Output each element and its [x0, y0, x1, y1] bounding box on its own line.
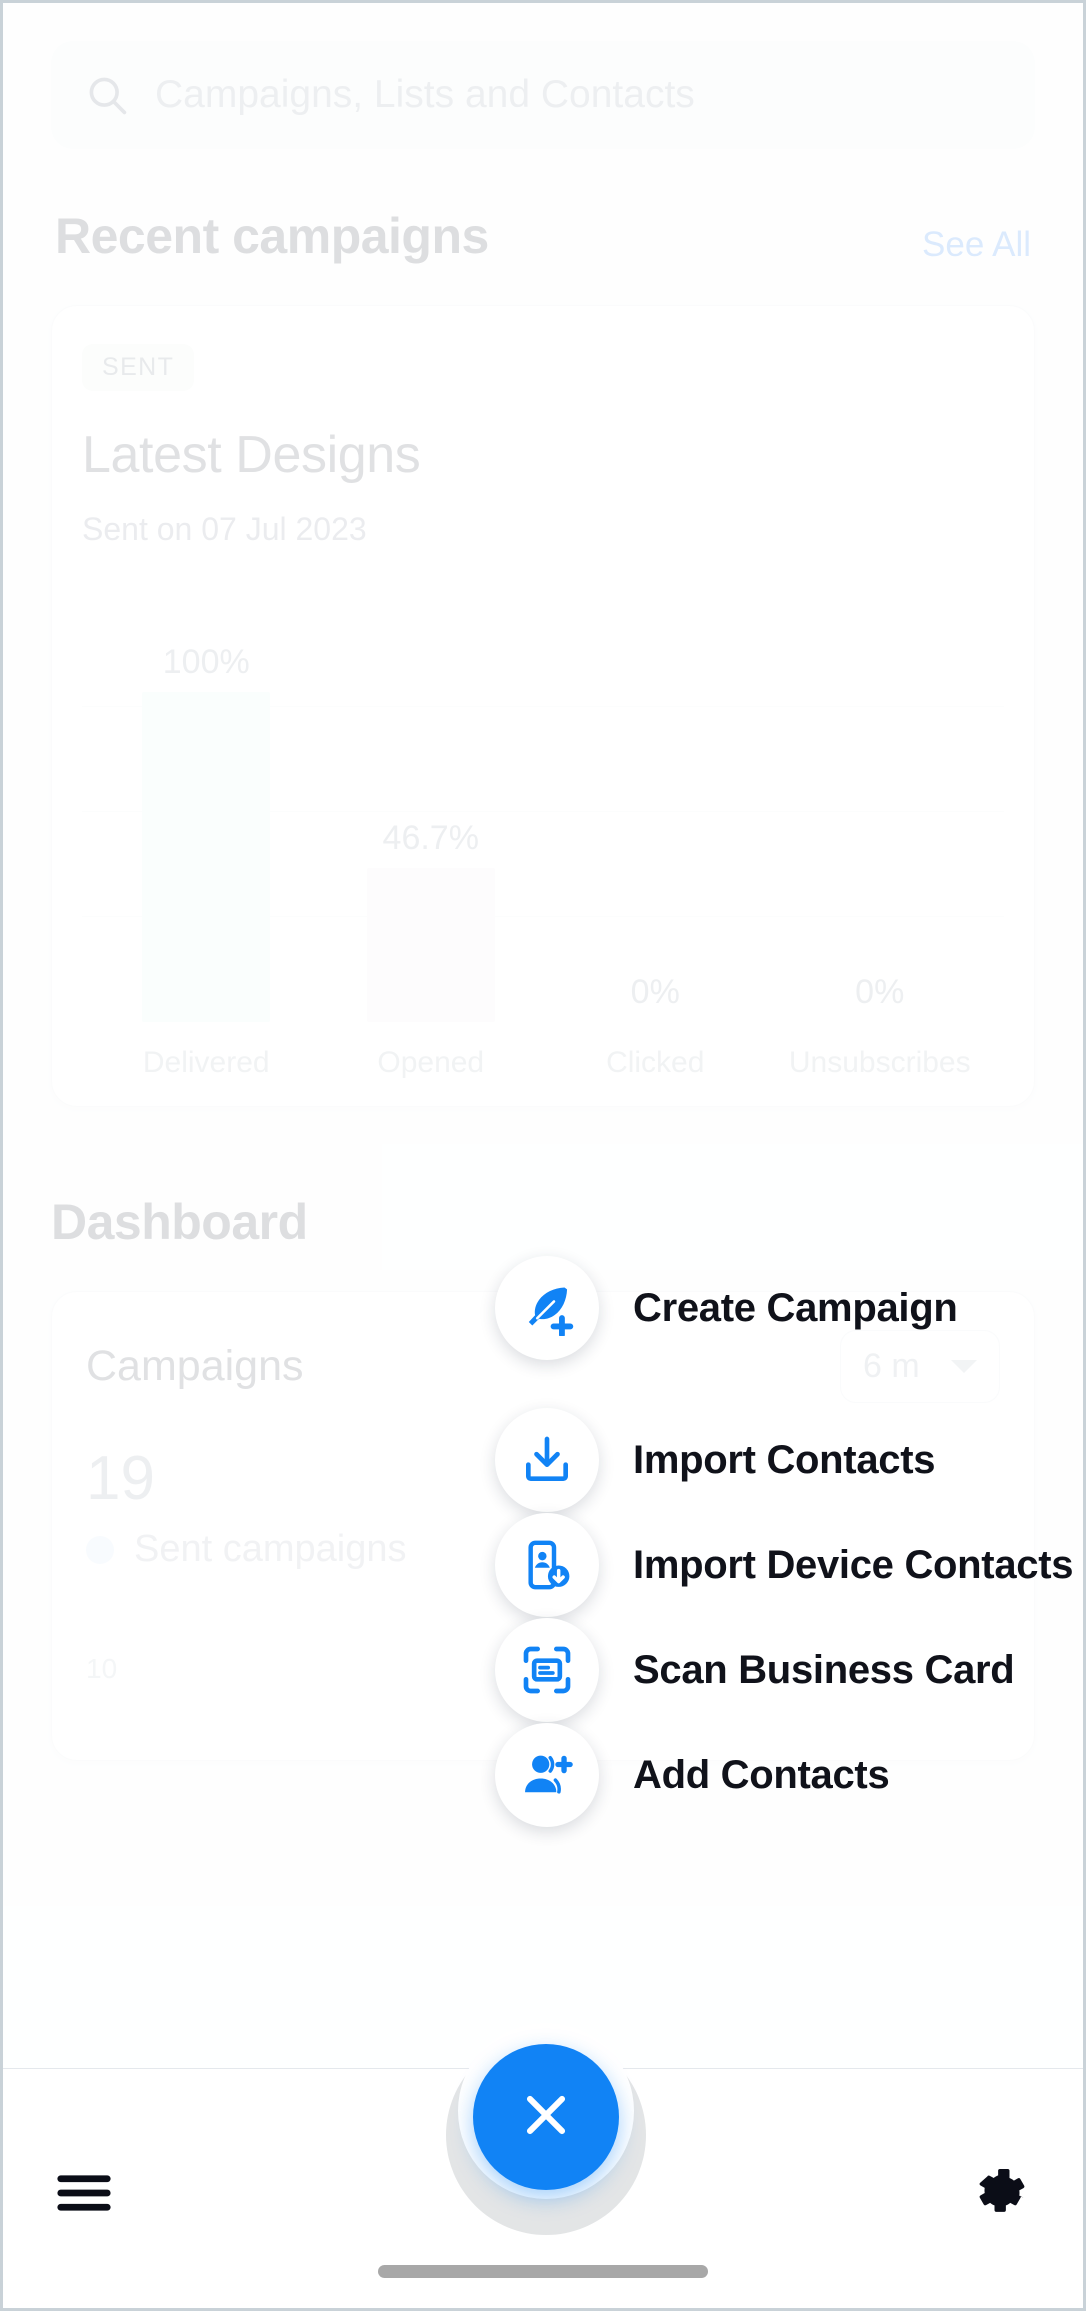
speed-dial-item-scan-business-card[interactable]: Scan Business Card — [495, 1618, 1015, 1722]
phone-contact-download-icon[interactable] — [495, 1513, 599, 1617]
speed-dial-item-add-contacts[interactable]: Add Contacts — [495, 1723, 890, 1827]
feather-plus-icon[interactable] — [495, 1256, 599, 1360]
speed-dial-label: Scan Business Card — [633, 1647, 1015, 1692]
person-add-icon[interactable] — [495, 1723, 599, 1827]
close-icon — [514, 2083, 578, 2152]
gear-icon — [971, 2162, 1033, 2229]
speed-dial-item-create-campaign[interactable]: Create Campaign — [495, 1256, 958, 1360]
home-indicator — [378, 2265, 708, 2278]
settings-button[interactable] — [957, 2155, 1047, 2235]
download-tray-icon[interactable] — [495, 1408, 599, 1512]
speed-dial-overlay[interactable]: Create Campaign Import Contacts Import D… — [3, 3, 1083, 2308]
menu-button[interactable] — [39, 2155, 129, 2235]
scan-card-icon[interactable] — [495, 1618, 599, 1722]
hamburger-menu-icon — [53, 2162, 115, 2229]
speed-dial-item-import-device-contacts[interactable]: Import Device Contacts — [495, 1513, 1073, 1617]
speed-dial-label: Import Device Contacts — [633, 1542, 1074, 1587]
phone-screen: Recent campaigns See All SENT Latest Des… — [0, 0, 1086, 2311]
speed-dial-label: Create Campaign — [633, 1285, 958, 1330]
close-speed-dial-fab[interactable] — [473, 2044, 619, 2190]
speed-dial-label: Import Contacts — [633, 1437, 936, 1482]
speed-dial-label: Add Contacts — [633, 1752, 890, 1797]
speed-dial-item-import-contacts[interactable]: Import Contacts — [495, 1408, 935, 1512]
